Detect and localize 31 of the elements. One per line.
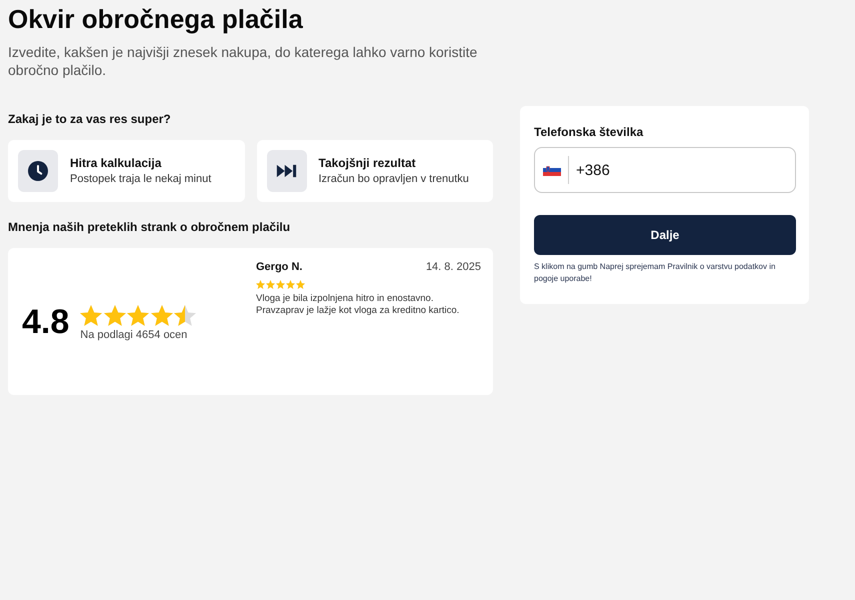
benefit-title: Hitra kalkulacija xyxy=(70,156,162,171)
benefit-description: Postopek traja le nekaj minut xyxy=(70,172,212,186)
reviewer-name: Gergo N. xyxy=(256,260,302,274)
section-heading: Mnenja naših preteklih strank o obročnem plačilu xyxy=(8,219,292,235)
review-text: Vloga je bila izpolnjena hitro in enostavno. Pravzaprav je lažje kot vloga za kreditno kartico. xyxy=(256,293,460,317)
star-icon xyxy=(286,280,295,289)
star-icon xyxy=(296,280,305,289)
field-label: Telefonska številka xyxy=(534,124,644,140)
phone-field[interactable]: +386 xyxy=(534,147,796,193)
star-icon xyxy=(150,305,173,326)
page-title: Okvir obročnega plačila xyxy=(8,3,304,36)
star-icon xyxy=(174,305,196,326)
star-icon xyxy=(80,305,102,326)
phone-number-input[interactable]: +386 xyxy=(576,160,756,180)
clock-icon xyxy=(18,150,58,192)
terms-text: S klikom na gumb Naprej sprejemam Pravilnik o varstvu podatkov in pogoje uporabe! xyxy=(534,261,776,285)
benefit-description: Izračun bo opravljen v trenutku xyxy=(318,172,469,186)
rating-value: 4.8 xyxy=(22,302,70,342)
star-icon xyxy=(256,280,265,289)
review-date: 14. 8. 2025 xyxy=(426,260,481,274)
star-icon xyxy=(127,305,150,326)
benefit-title: Takojšnji rezultat xyxy=(318,156,417,171)
skip-forward-icon xyxy=(266,150,306,192)
star-icon xyxy=(104,305,126,326)
star-icon xyxy=(276,280,285,289)
rating-count: Na podlagi 4654 ocen xyxy=(80,329,188,342)
section-heading: Zakaj je to za vas res super? xyxy=(8,111,172,127)
next-button[interactable]: Dalje xyxy=(534,215,796,255)
star-icon xyxy=(266,280,275,289)
page-subtitle: Izvedite, kakšen je najvišji znesek nakupa, do katerega lahko varno koristite obročno plačilo. xyxy=(8,43,478,79)
flag-icon[interactable] xyxy=(543,164,561,176)
